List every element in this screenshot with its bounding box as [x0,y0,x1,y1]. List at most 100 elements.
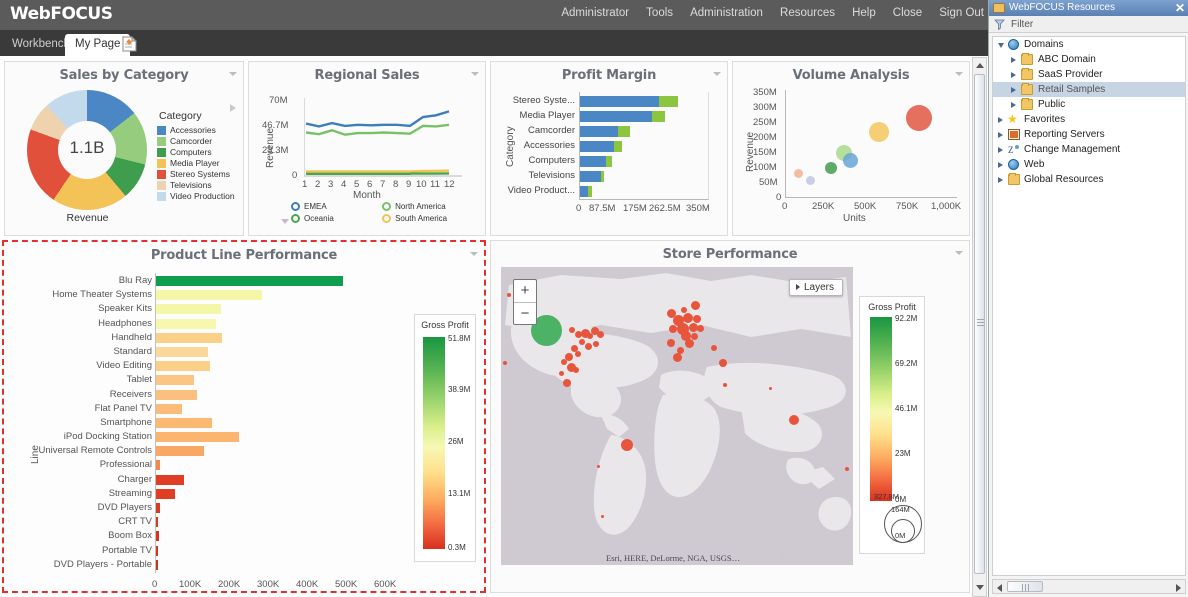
legend-scroll-down-icon[interactable] [281,219,289,224]
tree-node-domains[interactable]: Domains [993,37,1185,52]
tree-horizontal-scrollbar[interactable] [992,579,1186,594]
map-bubble[interactable] [691,301,700,310]
resources-tree[interactable]: Domains ABC Domain SaaS Provider Retail … [992,36,1186,576]
folder-icon [1021,84,1033,95]
tree-node-favorites[interactable]: ★ Favorites [993,112,1185,127]
menu-item-close[interactable]: Close [893,7,922,19]
panel-collapse-icon[interactable] [471,72,479,76]
map-bubble[interactable] [693,315,701,323]
map-bubble[interactable] [723,383,727,387]
scatter-point[interactable] [825,162,837,174]
tab-my-page[interactable]: My Page [65,34,130,56]
scatter-point[interactable] [843,153,858,168]
bar-label: Streaming [109,488,152,499]
chevron-right-icon[interactable] [998,147,1003,153]
dashboard-vertical-scrollbar[interactable] [972,57,987,597]
tree-node-saas-provider[interactable]: SaaS Provider [993,67,1185,82]
map-bubble[interactable] [769,387,772,390]
map-bubble[interactable] [597,465,600,468]
map-bubble[interactable] [593,341,599,347]
map-bubble[interactable] [597,331,604,338]
filter-bar[interactable]: Filter [989,16,1188,33]
chevron-down-icon[interactable] [998,43,1004,51]
new-page-icon[interactable] [122,36,137,52]
map-viewport[interactable]: + − Layers Esri, HERE, DeLorme, NGA, USG… [501,267,853,565]
map-bubble[interactable] [573,367,579,373]
map-bubble[interactable] [697,325,704,332]
color-legend-tick: 13.1M [448,489,470,498]
chevron-right-icon[interactable] [998,177,1003,183]
menu-item-sign-out[interactable]: Sign Out [939,7,984,19]
tree-node-reporting-servers[interactable]: Reporting Servers [993,127,1185,142]
chevron-right-icon[interactable] [1011,102,1016,108]
panel-collapse-icon[interactable] [955,72,963,76]
map-bubble[interactable] [561,359,567,365]
map-bubble[interactable] [569,327,575,333]
map-bubble[interactable] [845,467,849,471]
scroll-down-arrow[interactable] [976,585,984,590]
chevron-right-icon[interactable] [1011,57,1016,63]
map-legend-tick: 23M [895,449,911,458]
menu-item-help[interactable]: Help [852,7,876,19]
scatter-point[interactable] [806,176,815,185]
map-legend-tick: 46.1M [895,404,917,413]
legend-swatch [157,192,166,201]
map-bubble[interactable] [563,379,571,387]
chevron-right-icon[interactable] [998,162,1003,168]
x-tick: 200K [218,579,240,590]
tree-node-change-management[interactable]: Z Change Management [993,142,1185,157]
scatter-point[interactable] [794,169,803,178]
tree-node-global-resources[interactable]: Global Resources [993,172,1185,187]
zoom-in-button[interactable]: + [514,280,536,302]
x-tick: 6 [367,179,372,190]
tree-node-abc-domain[interactable]: ABC Domain [993,52,1185,67]
map-bubble[interactable] [579,339,585,345]
panel-collapse-icon[interactable] [955,251,963,255]
map-bubble[interactable] [673,353,682,362]
map-bubble[interactable] [711,345,717,351]
map-bubble[interactable] [667,339,675,347]
chevron-right-icon[interactable] [998,132,1003,138]
panel-collapse-icon[interactable] [470,252,478,256]
scroll-left-arrow[interactable] [997,584,1002,592]
map-bubble[interactable] [789,415,799,425]
map-bubble[interactable] [621,439,633,451]
scroll-thumb[interactable] [974,74,985,574]
legend-expand-icon[interactable] [230,104,236,112]
map-bubble[interactable] [585,343,592,350]
scroll-thumb[interactable] [1007,581,1043,592]
panel-collapse-icon[interactable] [713,72,721,76]
tree-node-public[interactable]: Public [993,97,1185,112]
map-bubble[interactable] [683,313,693,323]
regional-sales-legend: EMEA North America Oceania South America [291,202,481,226]
scroll-right-arrow[interactable] [1176,584,1181,592]
map-zoom-control[interactable]: + − [513,279,537,325]
chevron-right-icon[interactable] [1011,87,1016,93]
map-bubble[interactable] [719,359,727,367]
x-tick: 400K [296,579,318,590]
close-icon[interactable]: ✕ [1175,0,1185,16]
menu-item-administration[interactable]: Administration [690,7,763,19]
map-bubble[interactable] [507,293,511,297]
zoom-out-button[interactable]: − [514,303,536,325]
map-bubble[interactable] [669,325,677,333]
menu-item-resources[interactable]: Resources [780,7,835,19]
chevron-right-icon[interactable] [998,117,1003,123]
map-bubble[interactable] [601,515,604,518]
chevron-right-icon[interactable] [1011,72,1016,78]
legend-label: North America [395,202,446,211]
menu-item-administrator[interactable]: Administrator [561,7,629,19]
tree-node-retail-samples[interactable]: Retail Samples [993,82,1185,97]
tree-node-web[interactable]: Web [993,157,1185,172]
scatter-point[interactable] [869,122,889,142]
scroll-up-arrow[interactable] [976,63,984,68]
map-bubble[interactable] [575,351,581,357]
color-legend-tick: 51.8M [448,334,470,343]
map-bubble[interactable] [559,371,564,376]
menu-item-tools[interactable]: Tools [646,7,673,19]
map-bubble[interactable] [685,339,694,348]
scatter-point[interactable] [906,105,932,131]
map-bubble[interactable] [503,361,507,365]
layers-button[interactable]: Layers [789,279,843,296]
panel-collapse-icon[interactable] [229,72,237,76]
